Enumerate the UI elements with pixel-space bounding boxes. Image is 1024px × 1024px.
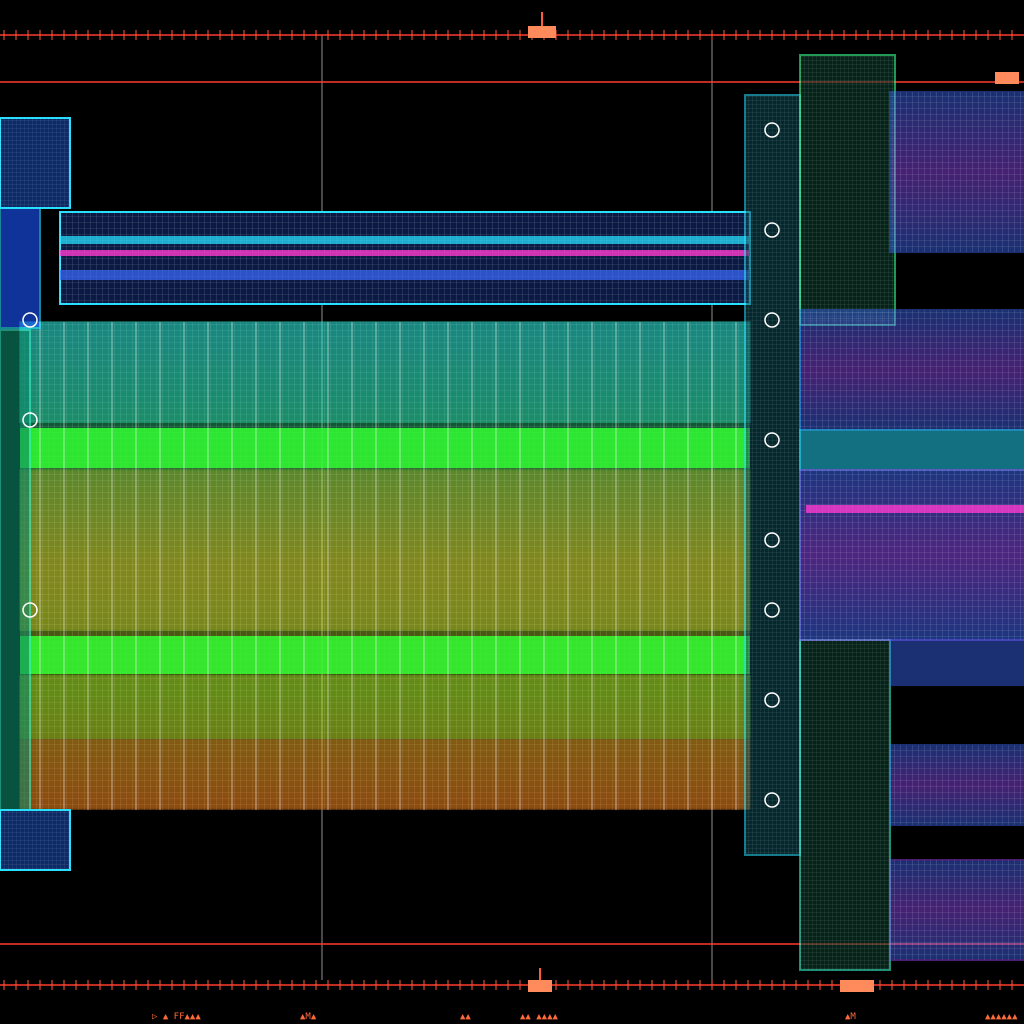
- ruler-marker-icon: [840, 980, 874, 992]
- hud-label-1: ▷ ▲ FF▲▲▲: [152, 1012, 201, 1022]
- ruler-marker-icon: [528, 12, 556, 38]
- hud-label-4: ▲▲ ▲▲▲▲: [520, 1012, 558, 1022]
- hud-label-3: ▲▲: [460, 1012, 471, 1022]
- ruler-marker-icon: [528, 968, 552, 992]
- hud-label-6: ▲▲▲▲▲▲: [985, 1012, 1018, 1022]
- upper-shaft: [59, 211, 751, 305]
- main-drum: [19, 321, 751, 810]
- hud-label-2: ▲M▲: [300, 1012, 317, 1022]
- ruler-marker-icon: [995, 72, 1019, 84]
- wireframe-machine-diagram: [0, 12, 1024, 992]
- hud-label-5: ▲M: [845, 1012, 856, 1022]
